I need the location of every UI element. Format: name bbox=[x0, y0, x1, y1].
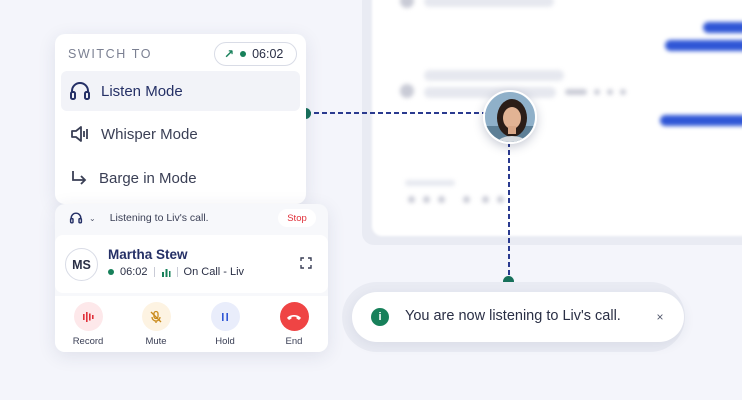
agent-avatar-photo bbox=[483, 90, 537, 144]
listening-status-bar: ⌄ Listening to Liv's call. Stop bbox=[55, 204, 328, 232]
contact-call-meta: 06:02 On Call - Liv bbox=[108, 266, 244, 278]
speaker-icon bbox=[71, 126, 88, 142]
toast-notification: i You are now listening to Liv's call. × bbox=[352, 292, 684, 342]
action-label: Hold bbox=[215, 336, 235, 347]
signal-bars-icon bbox=[161, 269, 171, 277]
mute-button[interactable]: Mute bbox=[126, 302, 186, 347]
call-actions: Record Mute Hold End bbox=[55, 296, 328, 352]
menu-item-barge-mode[interactable]: Barge in Mode bbox=[61, 158, 300, 198]
stop-listening-button[interactable]: Stop bbox=[278, 209, 316, 227]
divider bbox=[176, 267, 178, 277]
menu-item-whisper-mode[interactable]: Whisper Mode bbox=[61, 114, 300, 154]
outgoing-arrow-icon: ↗ bbox=[224, 47, 235, 61]
info-icon: i bbox=[371, 308, 389, 326]
menu-item-label: Listen Mode bbox=[101, 82, 183, 100]
call-timer-pill: ↗ 06:02 bbox=[214, 42, 297, 66]
headset-icon[interactable] bbox=[69, 212, 83, 224]
menu-item-label: Whisper Mode bbox=[101, 125, 198, 143]
record-button[interactable]: Record bbox=[58, 302, 118, 347]
expand-icon[interactable] bbox=[299, 256, 313, 270]
action-label: Mute bbox=[145, 336, 167, 347]
hold-button[interactable]: Hold bbox=[195, 302, 255, 347]
switch-menu-title: SWITCH TO bbox=[68, 47, 153, 61]
divider bbox=[153, 267, 155, 277]
contact-name: Martha Stew bbox=[108, 247, 188, 262]
switch-mode-menu: SWITCH TO ↗ 06:02 Listen Mode Whisper Mo… bbox=[55, 34, 306, 204]
live-indicator-dot bbox=[240, 51, 247, 57]
pause-icon bbox=[210, 302, 240, 331]
listening-status-text: Listening to Liv's call. bbox=[109, 212, 209, 224]
close-icon[interactable]: × bbox=[650, 307, 670, 327]
action-label: End bbox=[285, 336, 303, 347]
toast-message: You are now listening to Liv's call. bbox=[405, 308, 621, 324]
contact-card: MS Martha Stew 06:02 On Call - Liv bbox=[55, 235, 328, 293]
call-duration: 06:02 bbox=[120, 266, 148, 278]
live-indicator-dot bbox=[108, 269, 114, 275]
chevron-down-icon[interactable]: ⌄ bbox=[89, 214, 96, 223]
call-status: On Call - Liv bbox=[183, 266, 245, 278]
dialer-widget: ⌄ Listening to Liv's call. Stop MS Marth… bbox=[55, 204, 328, 352]
action-label: Record bbox=[72, 336, 104, 347]
phone-hangup-icon bbox=[279, 302, 309, 331]
headset-icon bbox=[70, 82, 90, 100]
contact-avatar: MS bbox=[65, 248, 98, 281]
menu-item-listen-mode[interactable]: Listen Mode bbox=[61, 71, 300, 111]
record-icon bbox=[73, 302, 103, 331]
mic-off-icon bbox=[141, 302, 171, 331]
arrow-turn-right-icon bbox=[72, 171, 87, 185]
call-timer: 06:02 bbox=[252, 47, 284, 61]
end-call-button[interactable]: End bbox=[264, 302, 324, 347]
menu-item-label: Barge in Mode bbox=[99, 169, 197, 187]
